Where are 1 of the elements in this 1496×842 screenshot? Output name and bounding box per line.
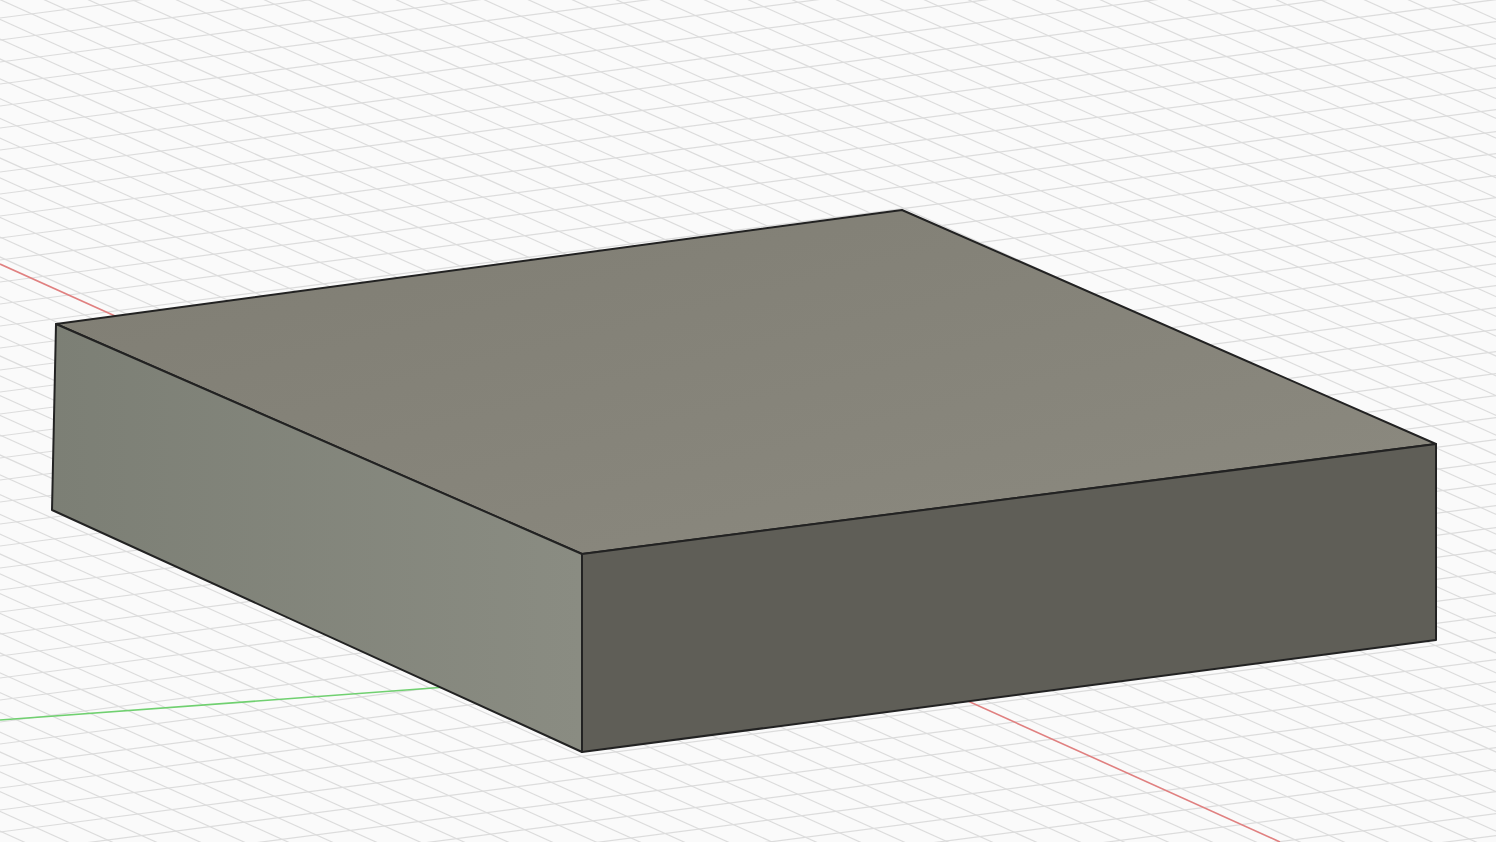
box-drawing[interactable] <box>51 209 1437 753</box>
